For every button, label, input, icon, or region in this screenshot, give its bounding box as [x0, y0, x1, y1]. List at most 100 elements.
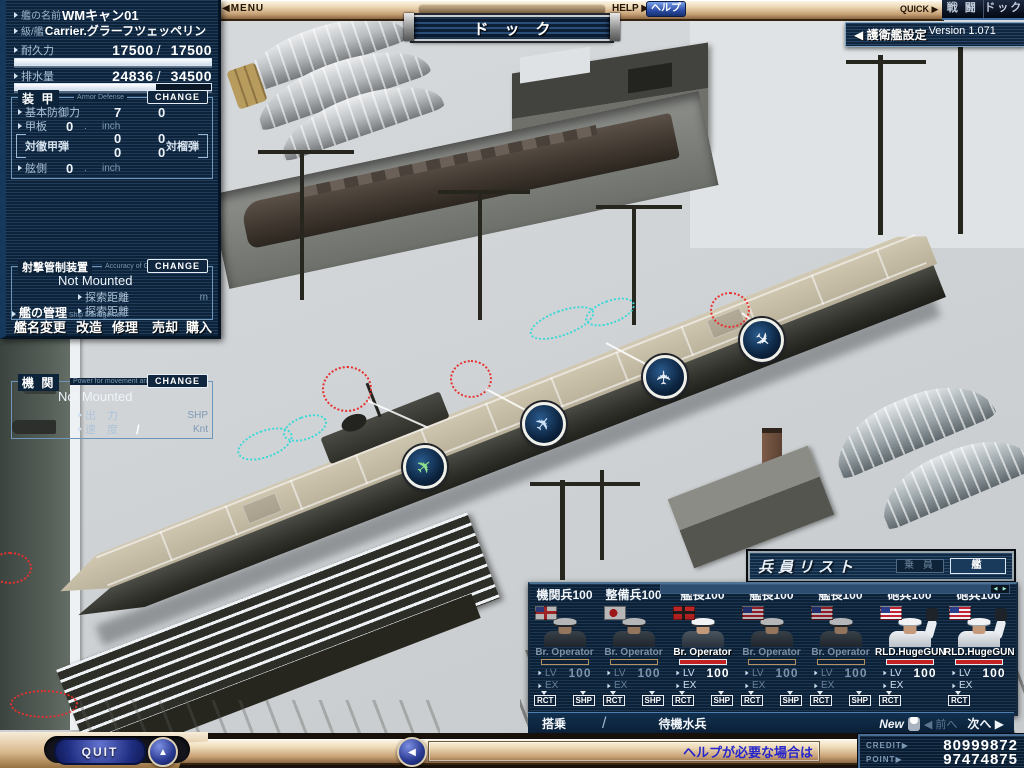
- ex-label: EX: [752, 680, 765, 691]
- airplane-icon: ✈: [532, 412, 557, 436]
- crew-tab-button[interactable]: 乗 員: [896, 559, 944, 573]
- slash: /: [136, 422, 140, 437]
- crew-member[interactable]: 整備兵100 Br. Operator LV100 EX RCTSHP: [599, 584, 668, 714]
- aircraft-slot-icon[interactable]: ✈: [522, 402, 566, 446]
- crew-class-bar: [748, 659, 796, 665]
- scroll-right-icon[interactable]: ▶: [1000, 586, 1009, 592]
- plate-bracket: [420, 5, 604, 14]
- sell-button[interactable]: 売却: [152, 317, 178, 336]
- crew-portrait: [875, 603, 944, 647]
- crew-portrait: [530, 603, 599, 647]
- prev-page-button[interactable]: ◀ 前へ: [924, 716, 958, 732]
- armor-section: 装 甲 Armor Defense CHANGE 基本防御力 7 0 甲板 0 …: [11, 97, 213, 179]
- rct-button[interactable]: RCT: [672, 695, 694, 706]
- crew-class: Br. Operator: [737, 647, 806, 658]
- point-value: 97474875: [918, 751, 1018, 768]
- lv-value: 100: [707, 666, 730, 680]
- shp-button[interactable]: SHP: [780, 695, 802, 706]
- ship-name-label: 艦の名前: [21, 7, 61, 22]
- crew-class-bar: [817, 659, 865, 665]
- tab-battle[interactable]: 戦 闘: [942, 0, 983, 18]
- crew-member-gunner[interactable]: 砲兵100 RLD.HugeGUN LV100 EX RCT: [875, 584, 944, 714]
- collapse-button[interactable]: ▲: [148, 737, 178, 767]
- side-armor-label: 舷側: [25, 160, 47, 176]
- aircraft-slot-icon[interactable]: ✈: [643, 355, 687, 399]
- rct-button[interactable]: RCT: [810, 695, 832, 706]
- crew-member[interactable]: 機関兵100 Br. Operator LV100 EX RCTSHP: [530, 584, 599, 714]
- bullet-icon: [676, 671, 679, 676]
- quick-label[interactable]: QUICK ▶: [900, 4, 938, 15]
- shp-button[interactable]: SHP: [642, 695, 664, 706]
- escort-settings-link[interactable]: ◀ 護衛艦設定: [854, 26, 927, 43]
- quit-button[interactable]: QUIT: [54, 738, 146, 765]
- rct-button[interactable]: RCT: [879, 695, 901, 706]
- lv-label: LV: [545, 668, 557, 679]
- ship-info-panel: 艦の名前 WMキャン01 級/艦 Carrier.グラーフツェッペリン 耐久力 …: [0, 0, 221, 339]
- armor-subtitle: Armor Defense: [74, 94, 127, 101]
- aircraft-slot-icon[interactable]: ✈: [740, 318, 784, 362]
- scroll-left-button[interactable]: ◀: [397, 737, 427, 767]
- shp-button[interactable]: SHP: [849, 695, 871, 706]
- slash: /: [602, 715, 606, 733]
- tab-dock[interactable]: ドック: [984, 0, 1024, 18]
- bullet-icon: [952, 683, 955, 688]
- bullet-icon: [814, 683, 817, 688]
- help-button[interactable]: ヘルプ: [646, 1, 686, 17]
- armor-change-button[interactable]: CHANGE: [147, 90, 208, 104]
- bullet-icon: [883, 683, 886, 688]
- crew-member-gunner[interactable]: 砲兵100 RLD.HugeGUN LV100 EX RCT: [944, 584, 1013, 714]
- crew-class-bar: [610, 659, 658, 665]
- slash: /: [157, 68, 161, 84]
- shp-button[interactable]: SHP: [573, 695, 595, 706]
- crew-class-bar: [955, 659, 1003, 665]
- bullet-icon: [78, 426, 82, 432]
- deck-armor-label: 甲板: [25, 118, 47, 134]
- version-banner[interactable]: ◀ 護衛艦設定 Version 1.071: [845, 22, 1024, 47]
- scroll-left-icon[interactable]: ◀: [991, 586, 1000, 592]
- crane-arm: [258, 150, 354, 154]
- next-page-button[interactable]: 次へ ▶: [967, 715, 1004, 732]
- scrollbar-thumb[interactable]: [661, 585, 991, 593]
- ex-label: EX: [614, 680, 627, 691]
- crew-member[interactable]: 艦長100 Br. Operator LV100 EX RCTSHP: [737, 584, 806, 714]
- aircraft-slot-icon[interactable]: ✈: [403, 445, 447, 489]
- crew-list-scrollbar[interactable]: ◀ ▶: [660, 584, 1010, 594]
- shp-button[interactable]: SHP: [711, 695, 733, 706]
- displacement-current: 24836: [112, 68, 153, 84]
- ship-class-value: Carrier.グラーフツェッペリン: [45, 22, 206, 39]
- speed-label: 速 度: [85, 421, 118, 437]
- buy-button[interactable]: 購入: [186, 317, 212, 336]
- rct-button[interactable]: RCT: [534, 695, 556, 706]
- screen-title: ドック: [457, 18, 566, 39]
- airplane-icon: ✈: [413, 455, 438, 480]
- boarding-label: 搭乗: [542, 715, 566, 732]
- rct-button[interactable]: RCT: [603, 695, 625, 706]
- bullet-icon: [607, 683, 610, 688]
- rct-button[interactable]: RCT: [948, 695, 970, 706]
- bullet-icon: [676, 683, 679, 688]
- engine-change-button[interactable]: CHANGE: [147, 374, 208, 388]
- tall-crane-arm: [846, 60, 926, 64]
- ex-label: EX: [890, 680, 903, 691]
- deck-armor-value: 0: [66, 119, 73, 134]
- menu-button[interactable]: ◀MENU: [222, 3, 264, 14]
- anti-he-button[interactable]: 対榴弾: [158, 134, 208, 158]
- fire-control-change-button[interactable]: CHANGE: [147, 259, 208, 273]
- help-notice-box: ヘルプが必要な場合は: [428, 741, 820, 762]
- crew-member-selected[interactable]: 艦長100 Br. Operator LV100 EX RCTSHP: [668, 584, 737, 714]
- crew-member[interactable]: 艦長100 Br. Operator LV100 EX RCTSHP: [806, 584, 875, 714]
- anti-ap-button[interactable]: 対徹甲弾: [16, 134, 77, 158]
- crew-class: RLD.HugeGUN: [944, 647, 1013, 658]
- bullet-icon: [14, 47, 18, 53]
- remodel-button[interactable]: 改造: [76, 317, 102, 336]
- ex-label: EX: [683, 680, 696, 691]
- engine-status: Not Mounted: [58, 389, 132, 404]
- crew-list-title: 兵員リスト: [758, 556, 858, 577]
- ship-tab-button[interactable]: 艦: [950, 558, 1006, 574]
- crew-class: RLD.HugeGUN: [875, 647, 944, 658]
- rct-button[interactable]: RCT: [741, 695, 763, 706]
- lv-label: LV: [821, 668, 833, 679]
- rename-button[interactable]: 艦名変更: [14, 317, 66, 336]
- dot: .: [84, 163, 87, 174]
- repair-button[interactable]: 修理: [112, 317, 138, 336]
